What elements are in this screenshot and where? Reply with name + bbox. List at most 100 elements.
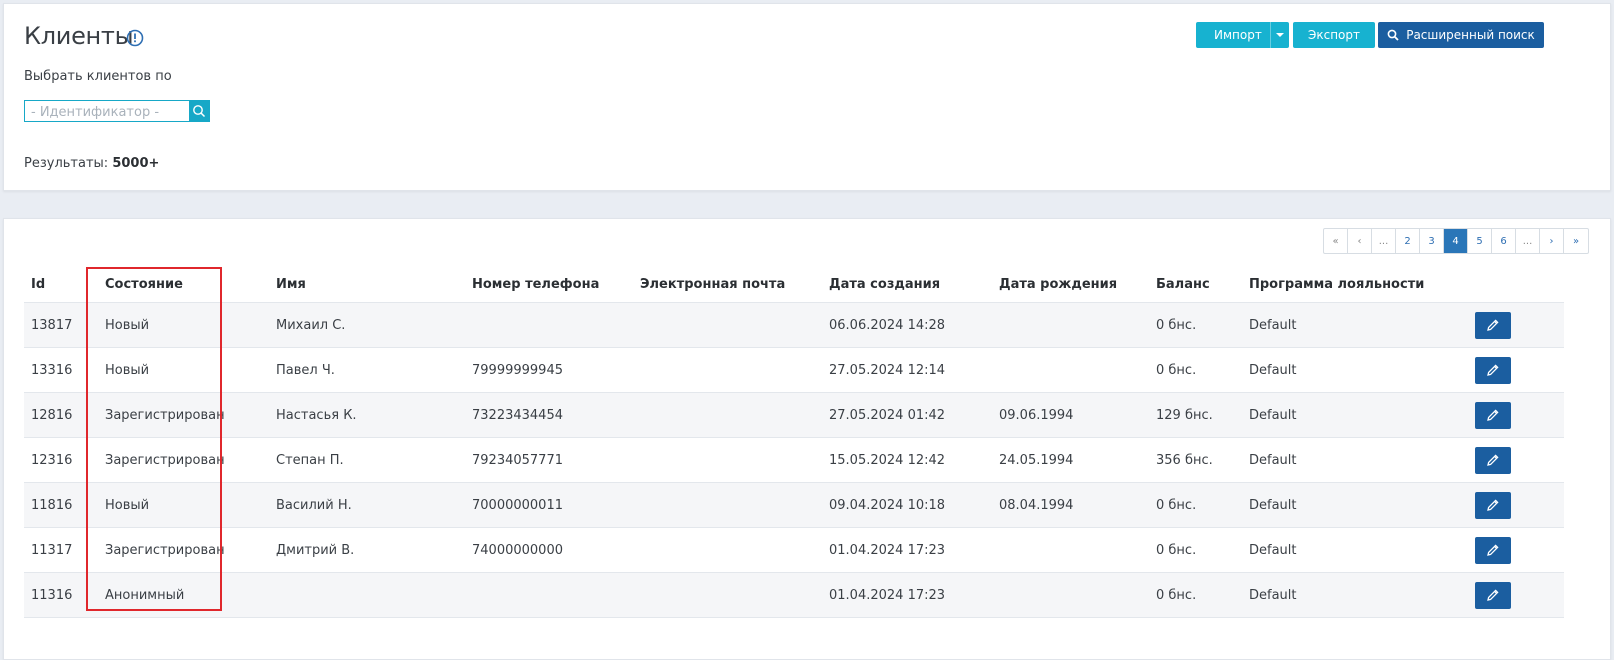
table-row[interactable]: 11816 Новый Василий Н. 70000000011 09.04…: [24, 482, 1564, 528]
cell-id: 11816: [24, 482, 105, 528]
cell-name: Настасья К.: [276, 392, 472, 438]
cell-state: Зарегистрирован: [105, 437, 276, 483]
page-5[interactable]: 5: [1468, 229, 1492, 253]
identifier-search: [24, 100, 210, 123]
col-birth[interactable]: Дата рождения: [999, 266, 1156, 303]
cell-loyalty: Default: [1249, 392, 1475, 438]
cell-birth: [999, 527, 1156, 573]
identifier-input[interactable]: [25, 102, 197, 123]
edit-button[interactable]: [1475, 446, 1511, 474]
page-4[interactable]: 4: [1444, 229, 1468, 253]
page-prev[interactable]: ‹: [1348, 229, 1372, 253]
edit-button[interactable]: [1475, 581, 1511, 609]
cell-created: 27.05.2024 12:14: [829, 347, 999, 393]
cell-phone: 70000000011: [472, 482, 640, 528]
page-next[interactable]: ›: [1540, 229, 1564, 253]
col-state[interactable]: Состояние: [105, 266, 276, 303]
edit-button[interactable]: [1475, 311, 1511, 339]
cell-birth: 08.04.1994: [999, 482, 1156, 528]
cell-loyalty: Default: [1249, 482, 1475, 528]
pencil-icon: [1487, 544, 1499, 556]
cell-birth: [999, 302, 1156, 348]
table-row[interactable]: 11317 Зарегистрирован Дмитрий В. 7400000…: [24, 527, 1564, 573]
chevron-down-icon[interactable]: [1276, 33, 1284, 37]
cell-balance: 0 бнс.: [1156, 572, 1249, 618]
cell-id: 12816: [24, 392, 105, 438]
table-row[interactable]: 11316 Анонимный 01.04.2024 17:23 0 бнс. …: [24, 572, 1564, 618]
cell-id: 11317: [24, 527, 105, 573]
col-actions: [1475, 266, 1564, 303]
col-created[interactable]: Дата создания: [829, 266, 999, 303]
cell-email: [640, 437, 829, 483]
cell-id: 13316: [24, 347, 105, 393]
edit-button[interactable]: [1475, 536, 1511, 564]
cell-email: [640, 302, 829, 348]
filter-label: Выбрать клиентов по: [24, 69, 172, 84]
cell-phone: 79234057771: [472, 437, 640, 483]
search-button[interactable]: [189, 101, 209, 121]
cell-phone: [472, 302, 640, 348]
cell-state: Анонимный: [105, 572, 276, 618]
clients-table: Id Состояние Имя Номер телефона Электрон…: [24, 266, 1564, 618]
page-last[interactable]: »: [1564, 229, 1588, 253]
col-email[interactable]: Электронная почта: [640, 266, 829, 303]
page-first[interactable]: «: [1324, 229, 1348, 253]
import-button[interactable]: Импорт: [1196, 22, 1289, 48]
cell-balance: 0 бнс.: [1156, 482, 1249, 528]
pencil-icon: [1487, 499, 1499, 511]
results-count: Результаты: 5000+: [24, 156, 159, 171]
pencil-icon: [1487, 409, 1499, 421]
col-name[interactable]: Имя: [276, 266, 472, 303]
pencil-icon: [1487, 319, 1499, 331]
cell-phone: [472, 572, 640, 618]
cell-state: Зарегистрирован: [105, 392, 276, 438]
export-button[interactable]: Экспорт: [1293, 22, 1375, 48]
cell-phone: 74000000000: [472, 527, 640, 573]
col-balance[interactable]: Баланс: [1156, 266, 1249, 303]
cell-state: Новый: [105, 482, 276, 528]
advanced-search-label: Расширенный поиск: [1406, 28, 1535, 42]
page-6[interactable]: 6: [1492, 229, 1516, 253]
cell-created: 09.04.2024 10:18: [829, 482, 999, 528]
page-3[interactable]: 3: [1420, 229, 1444, 253]
edit-button[interactable]: [1475, 401, 1511, 429]
cell-balance: 0 бнс.: [1156, 302, 1249, 348]
cell-loyalty: Default: [1249, 302, 1475, 348]
col-phone[interactable]: Номер телефона: [472, 266, 640, 303]
info-icon[interactable]: [126, 29, 144, 47]
cell-balance: 0 бнс.: [1156, 347, 1249, 393]
cell-email: [640, 482, 829, 528]
advanced-search-button[interactable]: Расширенный поиск: [1378, 22, 1544, 48]
cell-state: Зарегистрирован: [105, 527, 276, 573]
cell-id: 11316: [24, 572, 105, 618]
cell-email: [640, 392, 829, 438]
page-ellipsis[interactable]: ...: [1516, 229, 1540, 253]
cell-name: Дмитрий В.: [276, 527, 472, 573]
table-row[interactable]: 13817 Новый Михаил С. 06.06.2024 14:28 0…: [24, 302, 1564, 348]
cell-id: 12316: [24, 437, 105, 483]
cell-email: [640, 572, 829, 618]
cell-phone: 73223434454: [472, 392, 640, 438]
search-icon: [193, 105, 206, 118]
cell-created: 01.04.2024 17:23: [829, 527, 999, 573]
table-header-row: Id Состояние Имя Номер телефона Электрон…: [24, 266, 1564, 303]
table-row[interactable]: 12316 Зарегистрирован Степан П. 79234057…: [24, 437, 1564, 483]
clients-panel: « ‹ ... 2 3 4 5 6 ... › » Id Состояние И…: [3, 218, 1611, 660]
table-row[interactable]: 13316 Новый Павел Ч. 79999999945 27.05.2…: [24, 347, 1564, 393]
col-loyalty[interactable]: Программа лояльности: [1249, 266, 1475, 303]
page-2[interactable]: 2: [1396, 229, 1420, 253]
edit-button[interactable]: [1475, 491, 1511, 519]
pencil-icon: [1487, 454, 1499, 466]
cell-loyalty: Default: [1249, 347, 1475, 393]
cell-name: Василий Н.: [276, 482, 472, 528]
filter-panel: Клиенты Выбрать клиентов по Результаты: …: [3, 3, 1611, 191]
cell-created: 01.04.2024 17:23: [829, 572, 999, 618]
table-row[interactable]: 12816 Зарегистрирован Настасья К. 732234…: [24, 392, 1564, 438]
edit-button[interactable]: [1475, 356, 1511, 384]
cell-birth: [999, 347, 1156, 393]
col-id[interactable]: Id: [24, 266, 105, 303]
cell-state: Новый: [105, 302, 276, 348]
cell-balance: 129 бнс.: [1156, 392, 1249, 438]
page-ellipsis[interactable]: ...: [1372, 229, 1396, 253]
results-label: Результаты:: [24, 156, 109, 171]
